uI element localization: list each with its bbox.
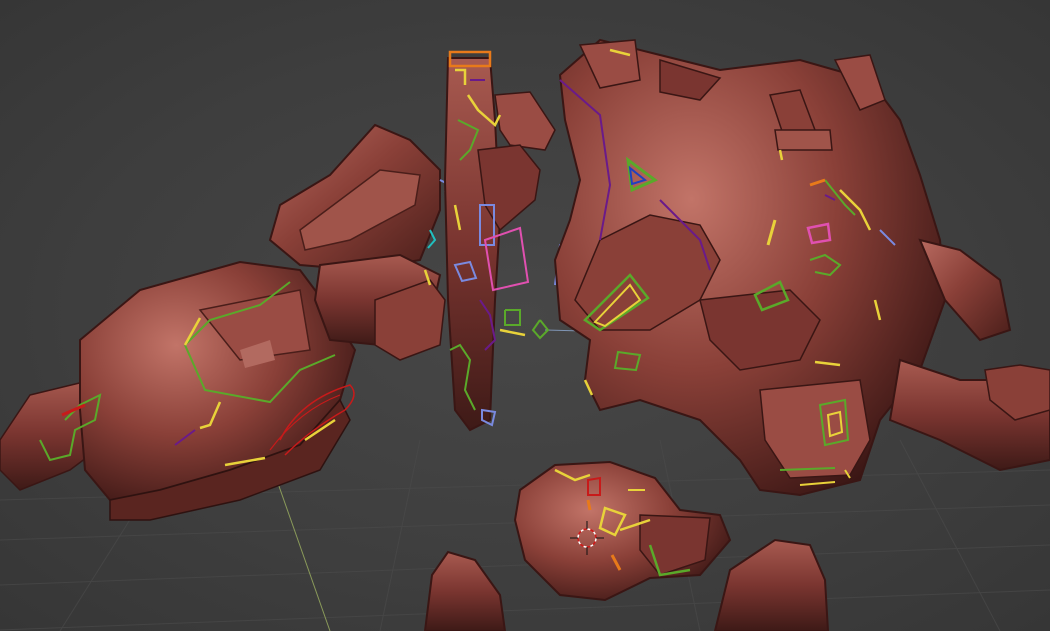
scene-canvas[interactable] <box>0 0 1050 631</box>
forearm-part[interactable] <box>0 260 357 521</box>
3d-viewport[interactable] <box>0 0 1050 631</box>
hip-armor-part[interactable] <box>513 460 732 602</box>
torso-chest-part[interactable] <box>553 38 1050 497</box>
arm-upper-part[interactable] <box>423 50 573 432</box>
